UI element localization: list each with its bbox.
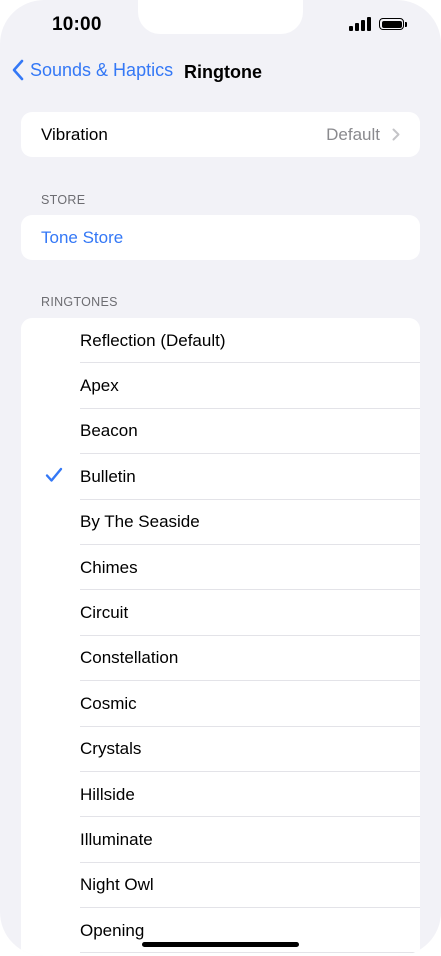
ringtone-label: Apex: [80, 376, 119, 396]
ringtone-row[interactable]: Chimes: [21, 545, 420, 591]
status-time: 10:00: [52, 14, 102, 35]
chevron-right-icon: [392, 128, 400, 141]
ringtone-label: Cosmic: [80, 693, 137, 713]
ringtone-row[interactable]: Constellation: [21, 636, 420, 682]
ringtone-label: Opening: [80, 920, 145, 940]
back-button[interactable]: Sounds & Haptics: [12, 59, 173, 81]
ringtone-row[interactable]: By The Seaside: [21, 500, 420, 545]
ringtone-label: Constellation: [80, 648, 179, 668]
page-title: Ringtone: [184, 62, 262, 82]
navigation-bar: Sounds & Haptics Ringtone: [0, 56, 441, 88]
phone-screen: 10:00 Sounds & Haptics Ringtone Vibratio…: [0, 0, 441, 956]
tone-store-link[interactable]: Tone Store: [21, 215, 420, 260]
vibration-group: Vibration Default: [21, 112, 420, 157]
store-section-header: STORE: [41, 193, 86, 207]
ringtone-label: Circuit: [80, 603, 129, 623]
ringtone-row[interactable]: Apex: [21, 363, 420, 409]
ringtone-label: Chimes: [80, 557, 138, 577]
ringtone-row[interactable]: Illuminate: [21, 817, 420, 863]
ringtone-label: Beacon: [80, 421, 138, 441]
vibration-value: Default: [326, 124, 380, 144]
ringtone-row[interactable]: Beacon: [21, 409, 420, 455]
ringtone-label: Crystals: [80, 739, 142, 759]
ringtone-row[interactable]: Cosmic: [21, 681, 420, 727]
tone-store-label: Tone Store: [41, 227, 124, 247]
back-button-label: Sounds & Haptics: [30, 59, 174, 80]
checkmark-icon: [45, 467, 63, 482]
notch: [138, 0, 303, 34]
ringtone-label: By The Seaside: [80, 512, 200, 532]
battery-full-icon: [379, 18, 407, 30]
ringtone-label: Night Owl: [80, 875, 154, 895]
ringtone-label: Bulletin: [80, 466, 136, 486]
ringtone-row[interactable]: Reflection (Default): [21, 318, 420, 364]
ringtone-row[interactable]: Hillside: [21, 772, 420, 818]
vibration-label: Vibration: [41, 124, 108, 144]
ringtone-row[interactable]: Crystals: [21, 727, 420, 772]
status-indicators: [349, 17, 407, 31]
ringtone-row[interactable]: Circuit: [21, 590, 420, 636]
ringtone-label: Illuminate: [80, 829, 153, 849]
home-indicator[interactable]: [142, 942, 299, 947]
store-group: Tone Store: [21, 215, 420, 260]
ringtones-list: Reflection (Default) Apex Beacon Bulleti…: [21, 318, 420, 956]
ringtone-label: Hillside: [80, 784, 135, 804]
ringtone-row[interactable]: Night Owl: [21, 863, 420, 909]
chevron-left-icon: [12, 59, 24, 81]
cellular-signal-icon: [349, 17, 371, 31]
ringtone-row-selected[interactable]: Bulletin: [21, 454, 420, 500]
ringtones-section-header: RINGTONES: [41, 295, 118, 309]
ringtone-label: Reflection (Default): [80, 330, 226, 350]
vibration-row[interactable]: Vibration Default: [21, 112, 420, 157]
